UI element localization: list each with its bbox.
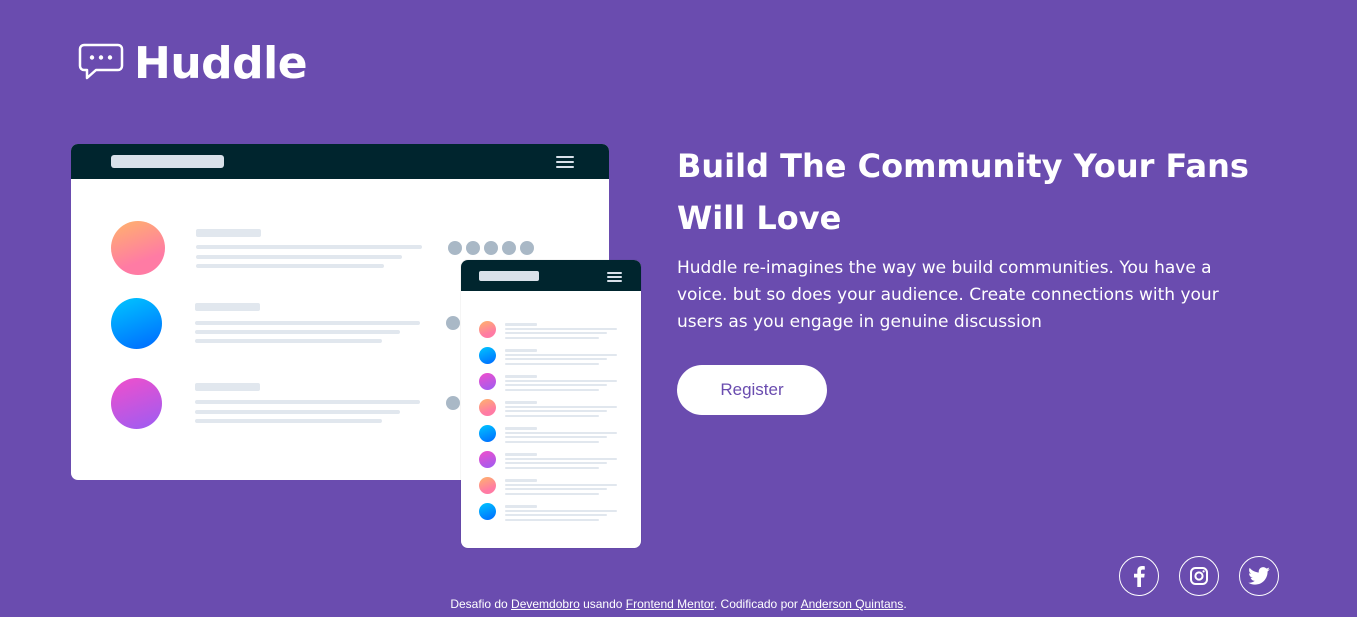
mockup-line xyxy=(505,327,617,330)
hamburger-icon xyxy=(556,156,574,168)
mockup-avatar xyxy=(479,451,496,468)
mockup-line xyxy=(505,401,537,404)
twitter-icon[interactable] xyxy=(1239,556,1279,596)
mockup-line xyxy=(505,440,599,443)
mockup-line xyxy=(196,264,384,268)
mockup-avatar xyxy=(479,347,496,364)
mockup-avatar xyxy=(479,477,496,494)
mockup-line xyxy=(505,518,599,521)
mockup-line xyxy=(195,321,420,325)
mockup-line xyxy=(505,431,617,434)
mockup-line xyxy=(196,245,422,249)
mockup-avatar xyxy=(111,378,162,429)
illustration-mobile-mockup xyxy=(461,260,641,548)
mockup-line xyxy=(195,339,382,343)
mockup-avatar xyxy=(479,425,496,442)
mockup-dot xyxy=(484,241,498,255)
mockup-avatar xyxy=(479,373,496,390)
mockup-dot xyxy=(448,241,462,255)
mockup-dot xyxy=(446,396,460,410)
footer-text: . Codificado por xyxy=(713,597,801,611)
mockup-line xyxy=(505,483,617,486)
mockup-line xyxy=(505,349,537,352)
mockup-avatar xyxy=(479,503,496,520)
footer-link-devemdobro[interactable]: Devemdobro xyxy=(511,597,580,611)
footer-text: usando xyxy=(579,597,626,611)
mockup-line xyxy=(505,462,607,464)
logo-text: Huddle xyxy=(134,38,308,89)
footer-text: Desafio do xyxy=(450,597,512,611)
footer-attribution: Desafio do Devemdobro usando Frontend Me… xyxy=(0,597,1357,611)
hamburger-icon xyxy=(607,272,622,282)
mockup-line xyxy=(505,358,607,360)
mockup-line xyxy=(505,457,617,460)
hero-description: Huddle re-imagines the way we build comm… xyxy=(677,258,1219,332)
mockup-title-placeholder xyxy=(111,155,224,168)
instagram-icon[interactable] xyxy=(1179,556,1219,596)
mockup-line xyxy=(505,410,607,412)
mockup-line xyxy=(505,492,599,495)
mockup-line xyxy=(505,509,617,512)
mockup-avatar xyxy=(111,298,162,349)
mockup-line xyxy=(505,436,607,438)
mockup-line xyxy=(505,453,537,456)
mockup-dot xyxy=(502,241,516,255)
mockup-line xyxy=(505,505,537,508)
hero-title: Build The Community Your Fans Will Love xyxy=(677,147,1249,237)
mockup-line xyxy=(195,410,400,414)
mockup-line xyxy=(505,479,537,482)
mockup-line xyxy=(505,332,607,334)
mockup-line xyxy=(505,379,617,382)
footer-text: . xyxy=(903,597,907,611)
mockup-avatar xyxy=(111,221,165,275)
mockup-line xyxy=(195,303,260,311)
facebook-icon[interactable] xyxy=(1119,556,1159,596)
mockup-line xyxy=(195,400,420,404)
mockup-line xyxy=(505,427,537,430)
mockup-dot xyxy=(446,316,460,330)
mockup-title-placeholder xyxy=(479,271,539,281)
footer-link-author[interactable]: Anderson Quintans xyxy=(801,597,904,611)
mockup-line xyxy=(505,466,599,469)
mockup-navbar xyxy=(71,144,609,179)
mockup-line xyxy=(505,514,607,516)
chat-bubble-icon xyxy=(78,42,124,86)
mockup-line xyxy=(505,405,617,408)
mockup-line xyxy=(195,383,260,391)
mockup-line xyxy=(196,255,402,259)
mockup-line xyxy=(505,414,599,417)
mockup-line xyxy=(505,375,537,378)
mockup-line xyxy=(505,336,599,339)
mockup-line xyxy=(195,419,382,423)
social-links xyxy=(1119,556,1279,596)
mockup-line xyxy=(505,388,599,391)
mockup-dot xyxy=(520,241,534,255)
mockup-avatar xyxy=(479,399,496,416)
footer-link-frontend-mentor[interactable]: Frontend Mentor xyxy=(626,597,714,611)
mockup-line xyxy=(505,488,607,490)
register-button[interactable]: Register xyxy=(677,365,827,415)
mockup-line xyxy=(505,384,607,386)
mockup-line xyxy=(195,330,400,334)
mockup-line xyxy=(196,229,261,237)
mockup-line xyxy=(505,362,599,365)
mockup-avatar xyxy=(479,321,496,338)
mockup-line xyxy=(505,353,617,356)
mockup-mobile-navbar xyxy=(461,260,641,291)
mockup-line xyxy=(505,323,537,326)
mockup-dot xyxy=(466,241,480,255)
logo: Huddle xyxy=(78,38,308,89)
